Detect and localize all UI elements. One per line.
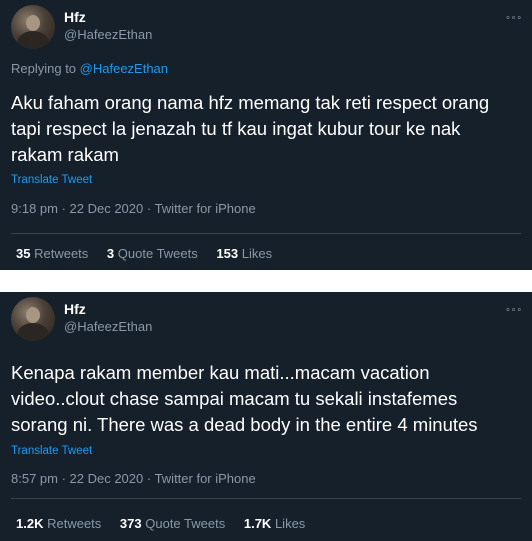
avatar-face <box>26 307 40 323</box>
engagement-stats: 35 Retweets 3 Quote Tweets 153 Likes <box>16 246 287 261</box>
tweet-text: Kenapa rakam member kau mati...macam vac… <box>11 362 478 435</box>
avatar[interactable] <box>11 5 55 49</box>
more-options-icon[interactable]: ∘∘∘ <box>505 304 522 315</box>
avatar-face <box>26 15 40 31</box>
avatar-body <box>17 323 49 341</box>
tweet-text: Aku faham orang nama hfz memang tak reti… <box>11 92 490 165</box>
tweet-card[interactable]: Hfz @HafeezEthan ∘∘∘ Kenapa rakam member… <box>0 292 532 541</box>
display-name[interactable]: Hfz <box>64 9 86 25</box>
tweet-timestamp[interactable]: 9:18 pm · 22 Dec 2020 · Twitter for iPho… <box>11 201 256 216</box>
divider <box>11 233 521 234</box>
replying-to-mention[interactable]: @HafeezEthan <box>80 61 168 76</box>
quote-tweets-count: 373 <box>119 516 142 531</box>
user-handle[interactable]: @HafeezEthan <box>64 319 152 334</box>
retweets-stat[interactable]: 35 Retweets <box>16 246 88 261</box>
retweets-count: 35 <box>16 246 31 261</box>
avatar[interactable] <box>11 297 55 341</box>
divider <box>11 498 521 499</box>
likes-label: Likes <box>274 516 306 531</box>
quote-tweets-stat[interactable]: 373 Quote Tweets <box>120 516 225 531</box>
retweets-label: Retweets <box>34 246 89 261</box>
retweets-label: Retweets <box>47 516 102 531</box>
user-handle[interactable]: @HafeezEthan <box>64 27 152 42</box>
quote-tweets-label: Quote Tweets <box>145 516 226 531</box>
translate-tweet-link[interactable]: Translate Tweet <box>11 445 92 457</box>
quote-tweets-count: 3 <box>106 246 115 261</box>
translate-tweet-link[interactable]: Translate Tweet <box>11 174 92 186</box>
tweet-card[interactable]: Hfz @HafeezEthan ∘∘∘ Replying to @Hafeez… <box>0 0 532 270</box>
retweets-count: 1.2K <box>16 516 44 531</box>
likes-stat[interactable]: 1.7K Likes <box>244 516 305 531</box>
display-name[interactable]: Hfz <box>64 301 86 317</box>
quote-tweets-stat[interactable]: 3 Quote Tweets <box>107 246 198 261</box>
quote-tweets-label: Quote Tweets <box>117 246 198 261</box>
engagement-stats: 1.2K Retweets 373 Quote Tweets 1.7K Like… <box>16 516 320 531</box>
likes-stat[interactable]: 153 Likes <box>216 246 272 261</box>
replying-to: Replying to @HafeezEthan <box>11 61 168 76</box>
likes-count: 1.7K <box>243 516 272 531</box>
tweet-timestamp[interactable]: 8:57 pm · 22 Dec 2020 · Twitter for iPho… <box>11 471 256 486</box>
retweets-stat[interactable]: 1.2K Retweets <box>16 516 101 531</box>
more-options-icon[interactable]: ∘∘∘ <box>505 12 522 23</box>
likes-count: 153 <box>216 246 239 261</box>
avatar-body <box>17 31 49 49</box>
likes-label: Likes <box>241 246 273 261</box>
replying-to-label: Replying to <box>11 61 80 76</box>
